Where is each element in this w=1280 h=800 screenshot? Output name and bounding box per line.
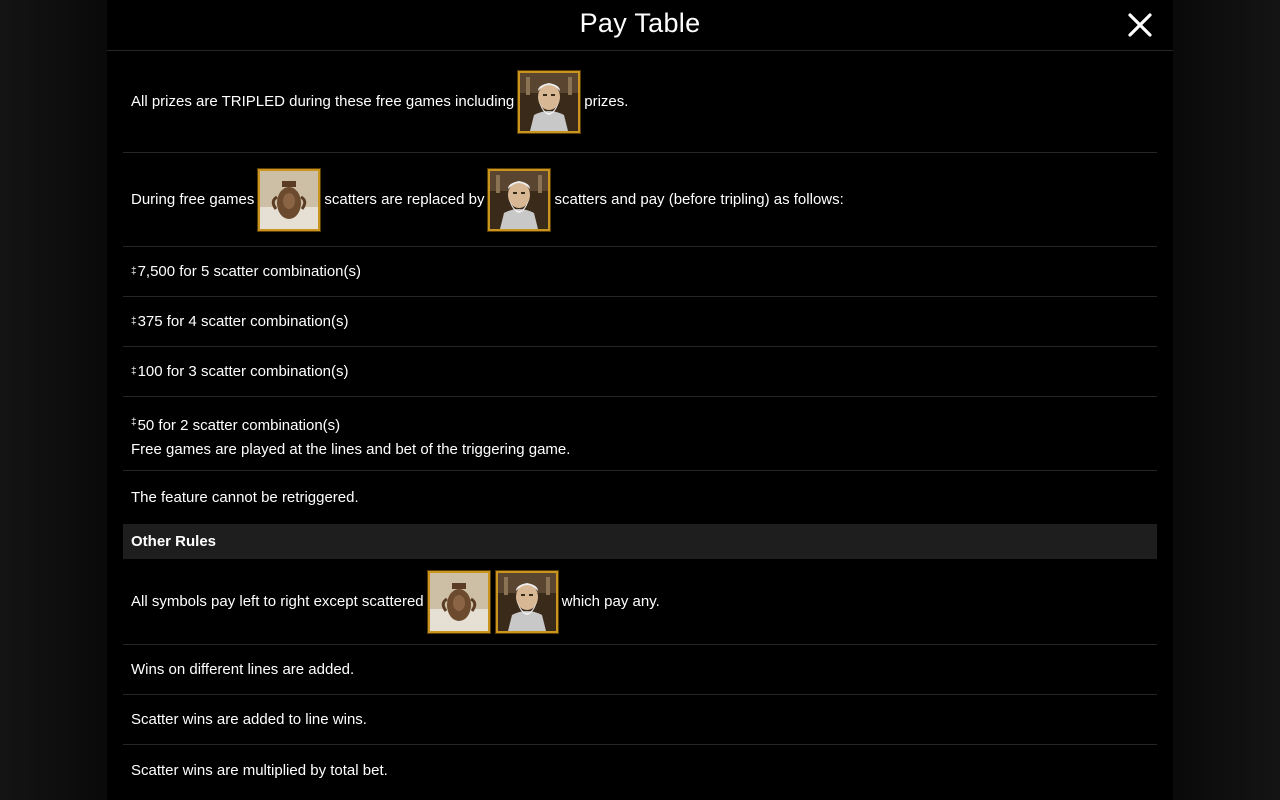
rule-text: Wins on different lines are added. (131, 661, 355, 678)
scatter-pay-text-1: All symbols pay left to right except sca… (131, 593, 424, 610)
clay-pot-scatter-icon (427, 570, 490, 633)
scatter-replacement-text-3: scatters and pay (before tripling) as fo… (554, 191, 844, 208)
tripled-prizes-text: All prizes are TRIPLED during these free… (131, 93, 515, 110)
currency-mark: ‡ (131, 417, 137, 428)
currency-mark: ‡ (131, 316, 137, 327)
payout-row: ‡ 375 for 4 scatter combination(s) (123, 297, 1157, 347)
pay-table-panel: Pay Table All prizes are TRIPLED during … (107, 0, 1173, 800)
rule-row: Wins on different lines are added. (123, 645, 1157, 695)
zeus-symbol-icon (488, 168, 551, 231)
rule-row: Scatter wins are multiplied by total bet… (123, 745, 1157, 795)
payout-text: 375 for 4 scatter combination(s) (137, 313, 349, 330)
currency-mark: ‡ (131, 266, 137, 277)
scatter-replacement-text-1: During free games (131, 191, 255, 208)
scatter-pay-rule: All symbols pay left to right except sca… (123, 559, 1157, 645)
payout-row: ‡ 7,500 for 5 scatter combination(s) (123, 247, 1157, 297)
scatter-replacement-text-2: scatters are replaced by (324, 191, 485, 208)
lines-note: Free games are played at the lines and b… (131, 441, 571, 458)
payout-row: ‡ 100 for 3 scatter combination(s) (123, 347, 1157, 397)
zeus-symbol-icon (518, 70, 581, 133)
scatter-replacement-rule: During free games scatters are replaced … (123, 153, 1157, 247)
retrigger-note: The feature cannot be retriggered. (131, 489, 359, 506)
tripled-prizes-rule: All prizes are TRIPLED during these free… (123, 51, 1157, 153)
rule-row: Scatter wins are added to line wins. (123, 695, 1157, 745)
payout-text: 100 for 3 scatter combination(s) (137, 363, 349, 380)
currency-mark: ‡ (131, 366, 137, 377)
pay-table-content: All prizes are TRIPLED during these free… (123, 51, 1157, 795)
payout-row: ‡50 for 2 scatter combination(s) Free ga… (123, 397, 1157, 471)
clay-pot-scatter-icon (258, 168, 321, 231)
page-title: Pay Table (579, 8, 701, 38)
retrigger-note-row: The feature cannot be retriggered. (123, 471, 1157, 524)
tripled-prizes-suffix: prizes. (584, 93, 629, 110)
scatter-pay-text-2: which pay any. (561, 593, 660, 610)
rule-text: Scatter wins are added to line wins. (131, 711, 367, 728)
rule-text: Scatter wins are multiplied by total bet… (131, 761, 388, 779)
payout-text: 50 for 2 scatter combination(s) (137, 417, 341, 434)
pay-table-header: Pay Table (107, 0, 1173, 51)
close-button[interactable] (1127, 12, 1153, 38)
close-icon (1128, 13, 1152, 37)
other-rules-heading: Other Rules (123, 524, 1157, 559)
payout-text: 7,500 for 5 scatter combination(s) (137, 263, 362, 280)
zeus-symbol-icon (495, 570, 558, 633)
